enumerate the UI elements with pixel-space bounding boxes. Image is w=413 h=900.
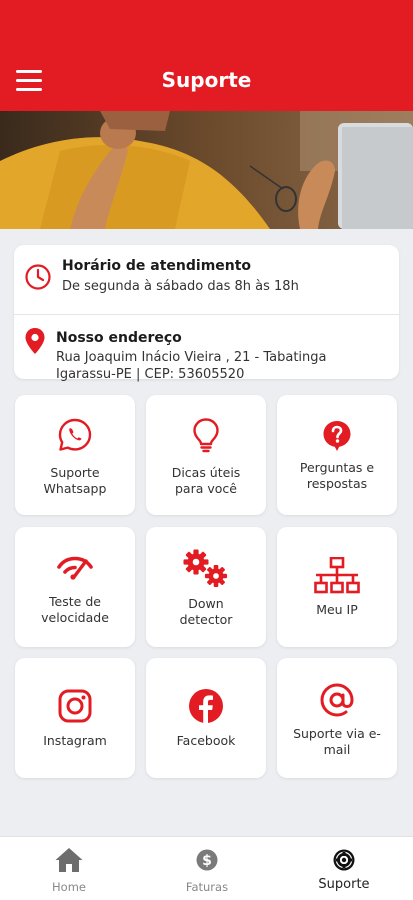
nav-item-suporte[interactable]: Suporte (275, 837, 413, 900)
support-lifebuoy-icon (275, 849, 413, 871)
facebook-icon (146, 688, 266, 724)
tile-label: respostas (306, 476, 368, 491)
tile-label: Instagram (43, 733, 107, 748)
tile-label: Meu IP (316, 602, 358, 617)
address-line-2: Igarassu-PE | CEP: 53605520 (56, 367, 245, 382)
tile-label: Perguntas e (299, 460, 375, 475)
tile-suporte-whatsapp[interactable]: Suporte Whatsapp (15, 395, 135, 515)
page-title: Suporte (161, 68, 252, 92)
tile-suporte-email[interactable]: Suporte via e- mail (277, 658, 397, 778)
hero-photo (0, 111, 413, 229)
hours-text: De segunda à sábado das 8h às 18h (62, 279, 299, 294)
tile-perguntas-respostas[interactable]: Perguntas e respostas (277, 395, 397, 515)
tile-label: Whatsapp (43, 481, 107, 496)
tile-instagram[interactable]: Instagram (15, 658, 135, 778)
tile-label: detector (179, 612, 233, 627)
gears-icon (146, 549, 266, 589)
hours-row: Horário de atendimento De segunda à sába… (14, 245, 399, 314)
tile-down-detector[interactable]: Down detector (146, 527, 266, 647)
tile-meu-ip[interactable]: Meu IP (277, 527, 397, 647)
lightbulb-icon (146, 417, 266, 453)
bottom-navigation: Home $ Faturas Suporte (0, 836, 413, 900)
whatsapp-icon (15, 417, 135, 453)
location-pin-icon (24, 327, 46, 359)
tile-label: mail (323, 742, 351, 757)
question-icon (277, 420, 397, 452)
tile-label: Dicas úteis (171, 465, 241, 480)
nav-label: Suporte (318, 877, 370, 892)
address-title: Nosso endereço (56, 330, 182, 346)
tile-label: Facebook (176, 733, 236, 748)
content-area: Horário de atendimento De segunda à sába… (0, 229, 413, 836)
address-line-1: Rua Joaquim Inácio Vieira , 21 - Tabatin… (56, 350, 327, 365)
nav-item-home[interactable]: Home (0, 837, 138, 900)
tile-teste-velocidade[interactable]: Teste de velocidade (15, 527, 135, 647)
tile-label: Teste de (49, 594, 101, 609)
tile-label: Suporte via e- (293, 726, 381, 741)
at-sign-icon (277, 683, 397, 717)
instagram-icon (15, 689, 135, 723)
tile-label: velocidade (41, 610, 109, 625)
tile-facebook[interactable]: Facebook (146, 658, 266, 778)
tile-dicas-uteis[interactable]: Dicas úteis para você (146, 395, 266, 515)
nav-label: Home (52, 880, 86, 894)
app-bar: Suporte (0, 0, 413, 111)
svg-text:$: $ (202, 853, 212, 869)
tile-label: Suporte (50, 465, 100, 480)
info-card: Horário de atendimento De segunda à sába… (14, 245, 399, 382)
hours-title: Horário de atendimento (62, 258, 252, 274)
nav-item-faturas[interactable]: $ Faturas (138, 837, 276, 900)
tile-label: Down (188, 596, 224, 611)
home-icon (0, 847, 138, 873)
clock-icon (24, 263, 52, 295)
speedometer-icon (15, 555, 135, 581)
dollar-icon: $ (138, 849, 276, 871)
tile-label: para você (175, 481, 237, 496)
address-row: Nosso endereço Rua Joaquim Inácio Vieira… (14, 315, 399, 382)
nav-label: Faturas (185, 880, 229, 894)
network-icon (277, 557, 397, 595)
